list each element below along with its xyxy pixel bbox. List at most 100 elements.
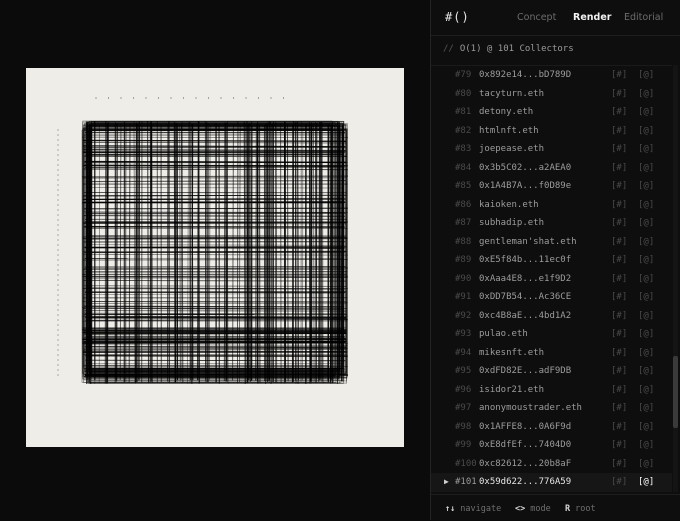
collector-row[interactable]: #93pulao.eth[#][@] xyxy=(431,325,672,344)
hash-action[interactable]: [#] xyxy=(611,103,627,122)
hash-action[interactable]: [#] xyxy=(611,362,627,381)
hash-action[interactable]: [#] xyxy=(611,177,627,196)
collector-name[interactable]: 0xc82612...20b8aF xyxy=(479,455,571,474)
collector-name[interactable]: pulao.eth xyxy=(479,325,528,344)
at-action[interactable]: [@] xyxy=(638,196,654,215)
collector-row[interactable]: #910xDD7B54...Ac36CE[#][@] xyxy=(431,288,672,307)
collector-name[interactable]: tacyturn.eth xyxy=(479,85,544,104)
at-action[interactable]: [@] xyxy=(638,325,654,344)
at-action[interactable]: [@] xyxy=(638,159,654,178)
collector-row[interactable]: #920xc4B8aE...4bd1A2[#][@] xyxy=(431,307,672,326)
at-action[interactable]: [@] xyxy=(638,85,654,104)
at-action[interactable]: [@] xyxy=(638,455,654,474)
hash-action[interactable]: [#] xyxy=(611,66,627,85)
at-action[interactable]: [@] xyxy=(638,436,654,455)
hash-action[interactable]: [#] xyxy=(611,455,627,474)
hash-action[interactable]: [#] xyxy=(611,436,627,455)
at-action[interactable]: [@] xyxy=(638,103,654,122)
at-action[interactable]: [@] xyxy=(638,381,654,400)
collector-row[interactable]: #83joepease.eth[#][@] xyxy=(431,140,672,159)
hash-action[interactable]: [#] xyxy=(611,251,627,270)
at-action[interactable]: [@] xyxy=(638,251,654,270)
collector-row[interactable]: #88gentleman'shat.eth[#][@] xyxy=(431,233,672,252)
collector-name[interactable]: 0xE5f84b...11ec0f xyxy=(479,251,571,270)
app-logo[interactable]: #() xyxy=(445,10,470,24)
collector-name[interactable]: kaioken.eth xyxy=(479,196,539,215)
hash-action[interactable]: [#] xyxy=(611,233,627,252)
tab-render[interactable]: Render xyxy=(573,12,611,23)
at-action[interactable]: [@] xyxy=(638,399,654,418)
collector-name[interactable]: 0xAaa4E8...e1f9D2 xyxy=(479,270,571,289)
collector-row[interactable]: #990xE8dfEf...7404D0[#][@] xyxy=(431,436,672,455)
collector-name[interactable]: anonymoustrader.eth xyxy=(479,399,582,418)
collector-row[interactable]: #890xE5f84b...11ec0f[#][@] xyxy=(431,251,672,270)
hash-action[interactable]: [#] xyxy=(611,85,627,104)
hash-action[interactable]: [#] xyxy=(611,140,627,159)
hash-action[interactable]: [#] xyxy=(611,270,627,289)
collector-row[interactable]: #840x3b5C02...a2AEA0[#][@] xyxy=(431,159,672,178)
keyboard-hints: ↑↓navigate <>mode Rroot xyxy=(431,494,680,521)
at-action[interactable]: [@] xyxy=(638,344,654,363)
scrollbar[interactable] xyxy=(673,65,678,492)
hash-action[interactable]: [#] xyxy=(611,196,627,215)
collector-row[interactable]: #850x1A4B7A...f0D89e[#][@] xyxy=(431,177,672,196)
collector-row[interactable]: #1000xc82612...20b8aF[#][@] xyxy=(431,455,672,474)
collector-row[interactable]: #790x892e14...bD789D[#][@] xyxy=(431,66,672,85)
at-action[interactable]: [@] xyxy=(638,362,654,381)
collector-name[interactable]: gentleman'shat.eth xyxy=(479,233,577,252)
collector-name[interactable]: 0x1A4B7A...f0D89e xyxy=(479,177,571,196)
at-action[interactable]: [@] xyxy=(638,270,654,289)
hash-action[interactable]: [#] xyxy=(611,307,627,326)
collector-name[interactable]: 0x3b5C02...a2AEA0 xyxy=(479,159,571,178)
collector-row[interactable]: #81detony.eth[#][@] xyxy=(431,103,672,122)
collector-row[interactable]: #86kaioken.eth[#][@] xyxy=(431,196,672,215)
at-action[interactable]: [@] xyxy=(638,233,654,252)
collector-row[interactable]: #900xAaa4E8...e1f9D2[#][@] xyxy=(431,270,672,289)
collector-name[interactable]: 0xdFD82E...adF9DB xyxy=(479,362,571,381)
collector-name[interactable]: isidor21.eth xyxy=(479,381,544,400)
collector-name[interactable]: subhadip.eth xyxy=(479,214,544,233)
at-action[interactable]: [@] xyxy=(638,473,654,492)
collector-name[interactable]: 0xc4B8aE...4bd1A2 xyxy=(479,307,571,326)
collector-row[interactable]: ▶#1010x59d622...776A59[#][@] xyxy=(431,473,672,492)
collector-name[interactable]: 0xDD7B54...Ac36CE xyxy=(479,288,571,307)
at-action[interactable]: [@] xyxy=(638,140,654,159)
hash-action[interactable]: [#] xyxy=(611,418,627,437)
hash-action[interactable]: [#] xyxy=(611,214,627,233)
collector-row[interactable]: #94mikesnft.eth[#][@] xyxy=(431,344,672,363)
at-action[interactable]: [@] xyxy=(638,122,654,141)
hash-action[interactable]: [#] xyxy=(611,399,627,418)
at-action[interactable]: [@] xyxy=(638,288,654,307)
collector-row[interactable]: #97anonymoustrader.eth[#][@] xyxy=(431,399,672,418)
collector-row[interactable]: #87subhadip.eth[#][@] xyxy=(431,214,672,233)
at-action[interactable]: [@] xyxy=(638,418,654,437)
collector-name[interactable]: joepease.eth xyxy=(479,140,544,159)
hash-action[interactable]: [#] xyxy=(611,122,627,141)
hash-action[interactable]: [#] xyxy=(611,288,627,307)
hash-action[interactable]: [#] xyxy=(611,473,627,492)
collector-name[interactable]: mikesnft.eth xyxy=(479,344,544,363)
hash-action[interactable]: [#] xyxy=(611,344,627,363)
collector-row[interactable]: #980x1AFFE8...0A6F9d[#][@] xyxy=(431,418,672,437)
collector-row[interactable]: #96isidor21.eth[#][@] xyxy=(431,381,672,400)
tab-concept[interactable]: Concept xyxy=(517,12,556,23)
collector-name[interactable]: htmlnft.eth xyxy=(479,122,539,141)
hash-action[interactable]: [#] xyxy=(611,381,627,400)
at-action[interactable]: [@] xyxy=(638,66,654,85)
scrollbar-thumb[interactable] xyxy=(673,356,678,428)
collector-list[interactable]: #790x892e14...bD789D[#][@]#80tacyturn.et… xyxy=(431,65,672,493)
collector-name[interactable]: 0x1AFFE8...0A6F9d xyxy=(479,418,571,437)
at-action[interactable]: [@] xyxy=(638,214,654,233)
tab-editorial[interactable]: Editorial xyxy=(624,12,663,23)
hash-action[interactable]: [#] xyxy=(611,325,627,344)
collector-name[interactable]: 0x59d622...776A59 xyxy=(479,473,571,492)
collector-row[interactable]: #82htmlnft.eth[#][@] xyxy=(431,122,672,141)
collector-row[interactable]: #950xdFD82E...adF9DB[#][@] xyxy=(431,362,672,381)
collector-name[interactable]: 0xE8dfEf...7404D0 xyxy=(479,436,571,455)
hash-action[interactable]: [#] xyxy=(611,159,627,178)
collector-name[interactable]: detony.eth xyxy=(479,103,533,122)
at-action[interactable]: [@] xyxy=(638,307,654,326)
at-action[interactable]: [@] xyxy=(638,177,654,196)
collector-name[interactable]: 0x892e14...bD789D xyxy=(479,66,571,85)
collector-row[interactable]: #80tacyturn.eth[#][@] xyxy=(431,85,672,104)
